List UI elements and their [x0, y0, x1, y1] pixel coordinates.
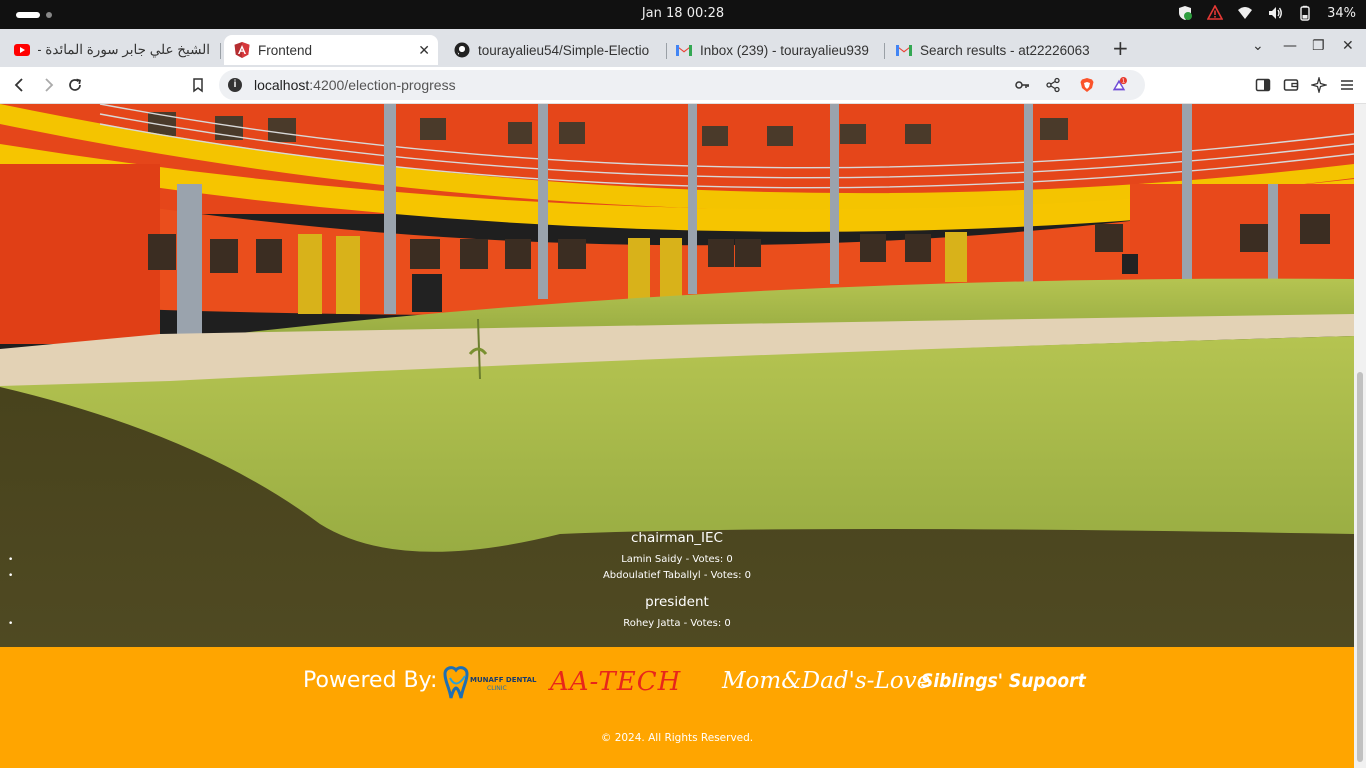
sidebar-toggle-icon[interactable]	[1255, 77, 1271, 93]
back-button[interactable]	[10, 75, 30, 95]
os-top-bar: Jan 18 00:28 34%	[0, 0, 1366, 29]
tab-title: tourayalieu54/Simple-Electio	[478, 42, 650, 58]
reload-icon	[69, 78, 81, 91]
munaff-dental-logo: MUNAFF DENTAL CLINIC	[441, 664, 537, 702]
brave-shields-icon[interactable]	[1079, 77, 1095, 93]
warning-icon[interactable]	[1206, 4, 1224, 21]
tab-title: Inbox (239) - tourayalieu939	[700, 42, 869, 58]
dental-subtitle: CLINIC	[487, 685, 507, 692]
menu-icon[interactable]	[1339, 77, 1355, 93]
bookmark-button[interactable]	[188, 75, 208, 95]
tab-separator	[884, 43, 885, 59]
tab-title: Frontend	[258, 42, 313, 58]
os-clock[interactable]: Jan 18 00:28	[0, 6, 1366, 21]
position-block: president Rohey Jatta - Votes: 0	[0, 594, 1354, 632]
candidate-item: Rohey Jatta - Votes: 0	[0, 616, 1354, 632]
position-title: president	[645, 594, 709, 610]
wallet-icon[interactable]	[1283, 77, 1299, 93]
shield-update-icon[interactable]	[1177, 5, 1193, 21]
rewards-badge: 1	[1122, 79, 1125, 85]
siblings-support-logo: Siblings' Supoort	[921, 670, 1086, 692]
minimize-button[interactable]: —	[1283, 38, 1297, 54]
scrollbar-thumb[interactable]	[1357, 372, 1363, 762]
battery-percentage: 34%	[1327, 5, 1356, 21]
forward-button[interactable]	[38, 75, 58, 95]
battery-icon[interactable]	[1297, 5, 1313, 21]
close-window-button[interactable]: ✕	[1342, 38, 1354, 54]
share-icon[interactable]	[1045, 77, 1061, 93]
gmail-icon	[676, 42, 692, 58]
close-tab-icon[interactable]: ✕	[418, 42, 430, 59]
browser-tab-strip: الشيخ علي جابر سورة المائدة - e Frontend…	[0, 29, 1366, 67]
tab-frontend[interactable]: Frontend ✕	[224, 35, 438, 65]
copyright-text: © 2024. All Rights Reserved.	[600, 732, 754, 744]
tab-youtube[interactable]: الشيخ علي جابر سورة المائدة - e	[4, 35, 220, 65]
tab-gmail-inbox[interactable]: Inbox (239) - tourayalieu939	[666, 35, 884, 65]
github-icon	[454, 42, 470, 58]
position-title: chairman_IEC	[631, 530, 723, 546]
bookmark-icon	[193, 78, 203, 93]
brave-rewards-icon[interactable]: 1	[1111, 77, 1127, 93]
new-tab-button[interactable]: +	[1112, 36, 1129, 60]
page-scrollbar[interactable]	[1354, 104, 1366, 768]
restore-button[interactable]: ❐	[1312, 38, 1325, 54]
election-results: chairman_IEC Lamin Saidy - Votes: 0 Abdo…	[0, 524, 1354, 632]
volume-icon[interactable]	[1267, 5, 1283, 21]
tab-github[interactable]: tourayalieu54/Simple-Electio	[444, 35, 666, 65]
tab-title: الشيخ علي جابر سورة المائدة - e	[38, 42, 210, 57]
mom-dad-love-logo: Mom&Dad's-Love	[722, 668, 931, 694]
tab-search-chevron-icon[interactable]: ⌄	[1252, 38, 1264, 54]
arrow-left-icon	[14, 78, 23, 92]
aa-tech-logo: AA-TECH	[550, 667, 682, 697]
page-viewport: chairman_IEC Lamin Saidy - Votes: 0 Abdo…	[0, 104, 1354, 768]
tab-title: Search results - at22226063	[920, 42, 1090, 58]
system-tray[interactable]: 34%	[1177, 4, 1356, 21]
candidate-item: Lamin Saidy - Votes: 0	[0, 552, 1354, 568]
candidate-item: Abdoulatief Taballyl - Votes: 0	[0, 568, 1354, 584]
gmail-icon	[896, 42, 912, 58]
arrow-right-icon	[45, 78, 54, 92]
powered-by-label: Powered By:	[303, 668, 438, 693]
leo-ai-icon[interactable]	[1311, 77, 1327, 93]
position-block: chairman_IEC Lamin Saidy - Votes: 0 Abdo…	[0, 530, 1354, 584]
tab-gmail-search[interactable]: Search results - at22226063	[886, 35, 1100, 65]
browser-toolbar: i localhost:4200/election-progress 1	[0, 67, 1366, 104]
angular-icon	[234, 42, 250, 58]
page-footer: Powered By: MUNAFF DENTAL CLINIC AA-TECH…	[0, 647, 1354, 768]
site-info-icon[interactable]: i	[228, 78, 242, 92]
youtube-icon	[14, 42, 30, 58]
address-bar[interactable]: i localhost:4200/election-progress 1	[219, 70, 1145, 100]
password-key-icon[interactable]	[1014, 77, 1030, 93]
url-text[interactable]: localhost:4200/election-progress	[254, 77, 456, 93]
wifi-icon[interactable]	[1237, 5, 1253, 21]
reload-button[interactable]	[65, 75, 85, 95]
dental-name: MUNAFF DENTAL	[470, 676, 537, 684]
tab-separator	[220, 43, 221, 59]
